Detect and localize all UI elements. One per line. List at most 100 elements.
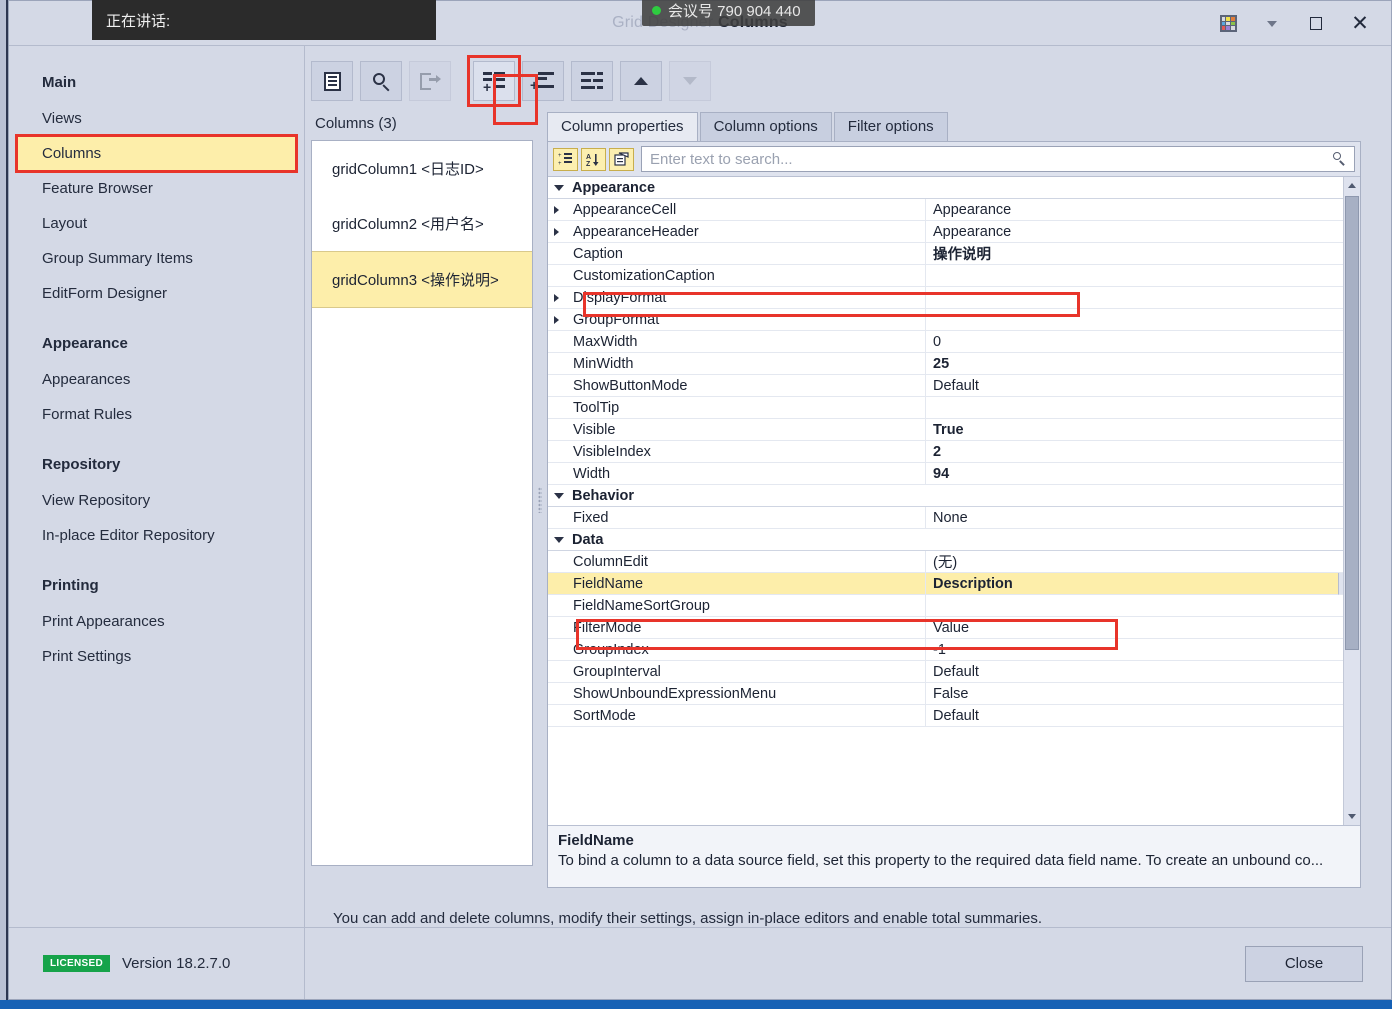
expand-toggle[interactable]	[548, 287, 564, 309]
property-value[interactable]: 94	[926, 463, 1360, 485]
categorized-view-button[interactable]: + +	[553, 147, 578, 171]
property-row-fieldnamesortgroup[interactable]: FieldNameSortGroup	[548, 595, 1360, 617]
property-row-sortmode[interactable]: SortMode Default	[548, 705, 1360, 727]
list-item[interactable]: gridColumn1 <日志ID>	[312, 141, 532, 196]
alphabetical-sort-button[interactable]: A Z	[581, 147, 606, 171]
property-row-visibleindex[interactable]: VisibleIndex 2	[548, 441, 1360, 463]
pane-splitter[interactable]	[533, 111, 547, 888]
property-value[interactable]: Description	[926, 573, 1338, 595]
property-value[interactable]: Appearance	[926, 221, 1360, 243]
sidebar-item-appearances[interactable]: Appearances	[9, 362, 304, 397]
close-window-button[interactable]: ✕	[1339, 4, 1381, 44]
color-grid-icon-button[interactable]	[1207, 4, 1249, 44]
scroll-up-button[interactable]	[1344, 177, 1361, 194]
property-value[interactable]: 25	[926, 353, 1360, 375]
property-value[interactable]: (无)	[926, 551, 1360, 573]
property-pages-button[interactable]	[609, 147, 634, 171]
property-value[interactable]	[926, 595, 1360, 617]
move-down-button[interactable]	[669, 61, 711, 101]
delete-column-button[interactable]	[571, 61, 613, 101]
property-row-columnedit[interactable]: ColumnEdit (无)	[548, 551, 1360, 573]
property-row-groupindex[interactable]: GroupIndex -1	[548, 639, 1360, 661]
property-value[interactable]: Appearance	[926, 199, 1360, 221]
property-value[interactable]: 2	[926, 441, 1360, 463]
add-list-item-alt-icon: +	[530, 72, 554, 92]
property-row-fieldname[interactable]: FieldName Description	[548, 573, 1360, 595]
property-row-showbuttonmode[interactable]: ShowButtonMode Default	[548, 375, 1360, 397]
property-value[interactable]	[926, 309, 1360, 331]
meeting-badge: 会议号 790 904 440	[642, 0, 815, 26]
property-value[interactable]: None	[926, 507, 1360, 529]
property-value[interactable]: Default	[926, 705, 1360, 727]
property-value[interactable]: Default	[926, 661, 1360, 683]
property-row-showunboundexpressionmenu[interactable]: ShowUnboundExpressionMenu False	[548, 683, 1360, 705]
sidebar-item-group-summary-items[interactable]: Group Summary Items	[9, 241, 304, 276]
list-item[interactable]: gridColumn3 <操作说明>	[312, 251, 532, 308]
property-value[interactable]: Default	[926, 375, 1360, 397]
property-row-groupinterval[interactable]: GroupInterval Default	[548, 661, 1360, 683]
sidebar-item-print-settings[interactable]: Print Settings	[9, 639, 304, 674]
move-up-button[interactable]	[620, 61, 662, 101]
tab-column-options[interactable]: Column options	[699, 112, 832, 141]
property-row-fixed[interactable]: Fixed None	[548, 507, 1360, 529]
property-row-visible[interactable]: Visible True	[548, 419, 1360, 441]
expand-toggle[interactable]	[548, 309, 564, 331]
find-button[interactable]	[360, 61, 402, 101]
property-row-tooltip[interactable]: ToolTip	[548, 397, 1360, 419]
property-row-customizationcaption[interactable]: CustomizationCaption	[548, 265, 1360, 287]
property-value[interactable]: True	[926, 419, 1360, 441]
property-grid-scrollbar[interactable]	[1343, 177, 1360, 825]
sidebar-item-inplace-editor-repository[interactable]: In-place Editor Repository	[9, 518, 304, 553]
property-row-appearancecell[interactable]: AppearanceCell Appearance	[548, 199, 1360, 221]
property-value[interactable]: -1	[926, 639, 1360, 661]
sidebar-item-print-appearances[interactable]: Print Appearances	[9, 604, 304, 639]
sort-az-icon: A Z	[586, 153, 599, 167]
sidebar-item-feature-browser[interactable]: Feature Browser	[9, 171, 304, 206]
sidebar-item-columns[interactable]: Columns	[15, 134, 298, 173]
close-button[interactable]: Close	[1245, 945, 1363, 982]
list-item[interactable]: gridColumn2 <用户名>	[312, 196, 532, 251]
columns-listbox[interactable]: gridColumn1 <日志ID> gridColumn2 <用户名> gri…	[311, 140, 533, 866]
scrollbar-track[interactable]	[1344, 194, 1361, 808]
scrollbar-thumb[interactable]	[1344, 196, 1359, 651]
sidebar-item-view-repository[interactable]: View Repository	[9, 483, 304, 518]
property-row-maxwidth[interactable]: MaxWidth 0	[548, 331, 1360, 353]
property-row-groupformat[interactable]: GroupFormat	[548, 309, 1360, 331]
property-row-width[interactable]: Width 94	[548, 463, 1360, 485]
property-name: Fixed	[564, 507, 926, 529]
add-column-button[interactable]: +	[467, 55, 521, 107]
property-value[interactable]: Value	[926, 617, 1360, 639]
property-value[interactable]	[926, 265, 1360, 287]
property-row-displayformat[interactable]: DisplayFormat	[548, 287, 1360, 309]
retrieve-fields-button[interactable]	[409, 61, 451, 101]
svg-text:Z: Z	[586, 161, 591, 167]
expand-toggle[interactable]	[548, 221, 564, 243]
sidebar-item-format-rules[interactable]: Format Rules	[9, 397, 304, 432]
search-input-wrap[interactable]	[641, 146, 1355, 172]
property-value[interactable]	[926, 397, 1360, 419]
property-row-minwidth[interactable]: MinWidth 25	[548, 353, 1360, 375]
expand-toggle[interactable]	[548, 199, 564, 221]
sidebar-item-views[interactable]: Views	[9, 101, 304, 136]
property-category-data[interactable]: Data	[548, 529, 1360, 551]
property-value[interactable]: False	[926, 683, 1360, 705]
property-row-caption[interactable]: Caption 操作说明	[548, 243, 1360, 265]
add-banded-column-button[interactable]: +	[522, 61, 564, 101]
tab-column-properties[interactable]: Column properties	[547, 112, 698, 142]
property-category-behavior[interactable]: Behavior	[548, 485, 1360, 507]
search-input[interactable]	[650, 150, 1332, 168]
tab-filter-options[interactable]: Filter options	[833, 112, 948, 141]
chevron-down-icon	[1348, 814, 1356, 819]
property-category-appearance[interactable]: Appearance	[548, 177, 1360, 199]
show-designer-button[interactable]	[311, 61, 353, 101]
property-value[interactable]: 操作说明	[926, 243, 1360, 265]
titlebar-dropdown-button[interactable]	[1251, 4, 1293, 44]
restore-window-button[interactable]	[1295, 4, 1337, 44]
scroll-down-button[interactable]	[1344, 808, 1361, 825]
property-row-appearanceheader[interactable]: AppearanceHeader Appearance	[548, 221, 1360, 243]
property-value[interactable]	[926, 287, 1360, 309]
property-value[interactable]: 0	[926, 331, 1360, 353]
sidebar-item-layout[interactable]: Layout	[9, 206, 304, 241]
property-row-filtermode[interactable]: FilterMode Value	[548, 617, 1360, 639]
sidebar-item-editform-designer[interactable]: EditForm Designer	[9, 276, 304, 311]
